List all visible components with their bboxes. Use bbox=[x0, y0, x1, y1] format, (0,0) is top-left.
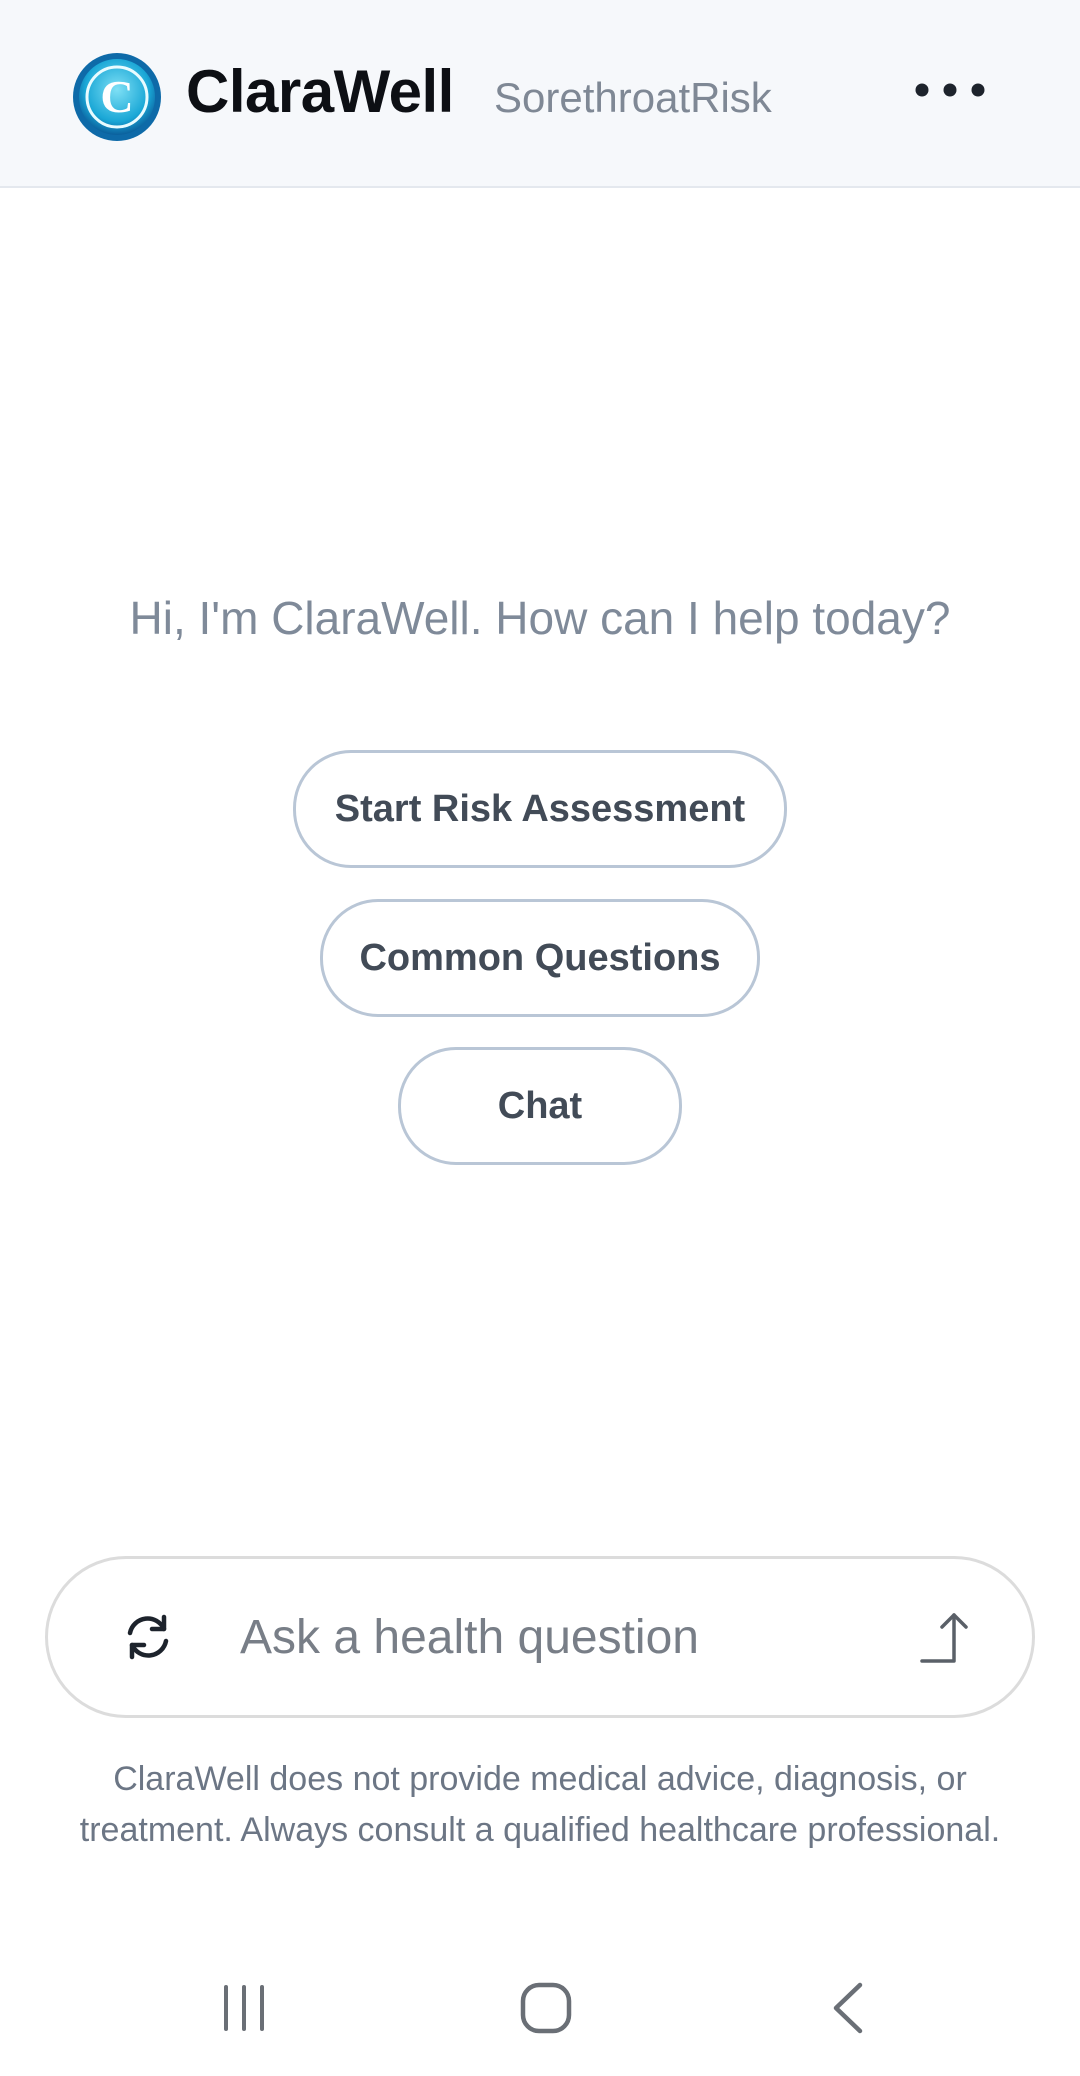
start-risk-assessment-button[interactable]: Start Risk Assessment bbox=[293, 750, 787, 868]
home-button[interactable] bbox=[496, 1968, 596, 2048]
composer-bar bbox=[45, 1556, 1035, 1718]
back-icon bbox=[833, 1982, 863, 2034]
app-screen: C ClaraWell SorethroatRisk Hi, I'm Clara… bbox=[0, 0, 1080, 2076]
home-icon bbox=[520, 1982, 572, 2034]
refresh-button[interactable] bbox=[108, 1597, 188, 1677]
send-arrow-icon bbox=[920, 1613, 968, 1663]
greeting-text: Hi, I'm ClaraWell. How can I help today? bbox=[129, 592, 951, 644]
medical-disclaimer: ClaraWell does not provide medical advic… bbox=[79, 1760, 1001, 1849]
common-questions-button[interactable]: Common Questions bbox=[320, 899, 760, 1017]
recent-apps-button[interactable] bbox=[194, 1968, 294, 2048]
more-horizontal-icon bbox=[915, 83, 985, 97]
back-button[interactable] bbox=[798, 1968, 898, 2048]
more-options-button[interactable] bbox=[900, 60, 1000, 120]
app-subtitle: SorethroatRisk bbox=[494, 74, 772, 121]
logo-letter: C bbox=[100, 71, 133, 122]
common-questions-label: Common Questions bbox=[359, 936, 721, 979]
chat-label: Chat bbox=[497, 1084, 583, 1127]
app-header: C ClaraWell SorethroatRisk bbox=[0, 0, 1080, 188]
chat-button[interactable]: Chat bbox=[398, 1047, 682, 1165]
send-button[interactable] bbox=[908, 1597, 988, 1677]
refresh-icon bbox=[127, 1614, 169, 1660]
start-risk-assessment-label: Start Risk Assessment bbox=[334, 787, 746, 830]
clarawell-logo-icon: C bbox=[72, 52, 162, 142]
system-nav-bar bbox=[0, 1940, 1080, 2076]
recent-apps-icon bbox=[224, 1985, 264, 2031]
brand-title: ClaraWell bbox=[186, 58, 454, 125]
ask-question-input[interactable] bbox=[240, 1595, 880, 1679]
